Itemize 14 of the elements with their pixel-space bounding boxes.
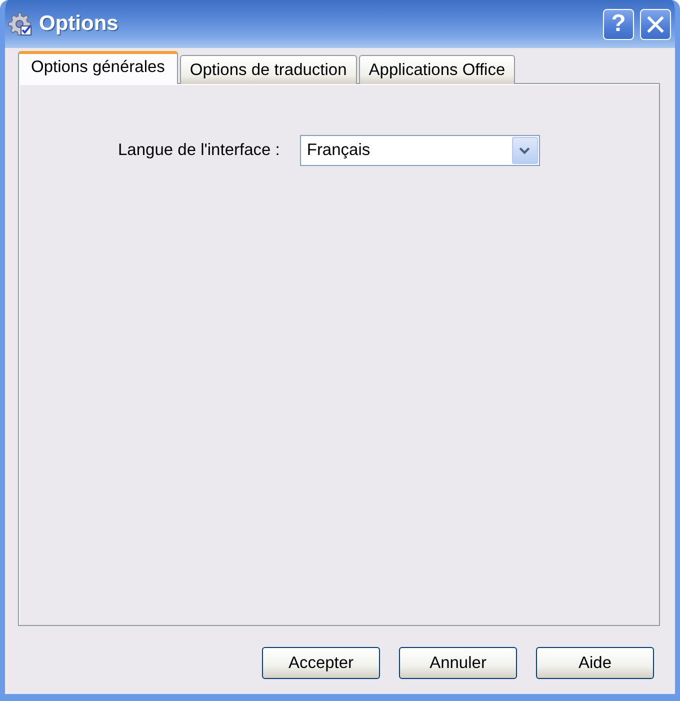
language-label: Langue de l'interface : — [118, 141, 280, 160]
tab[interactable]: Options générales — [18, 51, 178, 84]
dropdown-arrow-button[interactable] — [512, 137, 538, 164]
language-dropdown[interactable]: Français — [300, 135, 540, 166]
window-title: Options — [39, 12, 120, 36]
dialog-button[interactable]: Accepter — [262, 647, 380, 679]
tab[interactable]: Applications Office — [358, 55, 516, 84]
close-icon — [647, 16, 664, 32]
dialog-button[interactable]: Annuler — [399, 647, 517, 679]
settings-icon — [8, 12, 32, 36]
dialog-button[interactable]: Aide — [536, 647, 654, 679]
close-button[interactable] — [640, 8, 671, 40]
tab[interactable]: Options de traduction — [180, 55, 357, 84]
chevron-down-icon — [519, 146, 530, 154]
